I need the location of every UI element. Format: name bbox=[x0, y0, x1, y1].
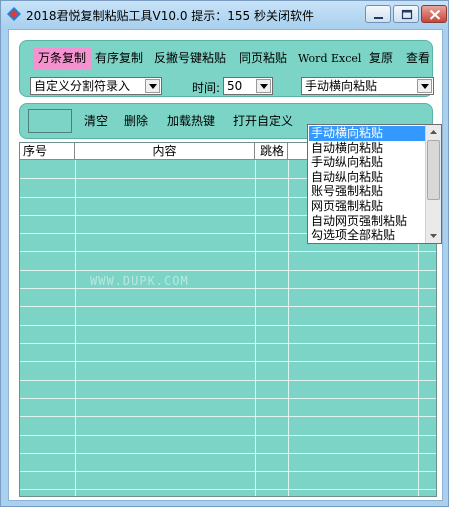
load-hotkey-button[interactable]: 加载热键 bbox=[167, 113, 215, 129]
table-row-line bbox=[20, 325, 436, 326]
clear-button[interactable]: 清空 bbox=[84, 113, 108, 129]
minimize-icon bbox=[374, 17, 383, 19]
dropdown-option[interactable]: 账号强制粘贴 bbox=[309, 184, 426, 199]
table-row-line bbox=[20, 343, 436, 344]
maximize-button[interactable] bbox=[393, 5, 419, 23]
paste-mode-select[interactable]: 手动横向粘贴 bbox=[301, 77, 434, 95]
dropdown-option[interactable]: 勾选项全部粘贴 bbox=[309, 228, 426, 243]
split-mode-select[interactable]: 自定义分割符录入 bbox=[30, 77, 162, 95]
title-bar[interactable]: 2018君悦复制粘贴工具V10.0 提示：155 秒关闭软件 bbox=[1, 1, 448, 28]
table-row-line bbox=[20, 471, 436, 472]
table-row-line bbox=[20, 398, 436, 399]
dropdown-option[interactable]: 网页强制粘贴 bbox=[309, 199, 426, 214]
table-row-line bbox=[20, 288, 436, 289]
column-header-content[interactable]: 内容 bbox=[75, 143, 255, 160]
maximize-icon bbox=[401, 9, 413, 20]
table-row-line bbox=[20, 306, 436, 307]
scroll-up-icon[interactable] bbox=[426, 125, 441, 139]
table-row-line bbox=[20, 416, 436, 417]
close-icon bbox=[429, 9, 441, 20]
scroll-thumb[interactable] bbox=[427, 140, 440, 200]
dropdown-scrollbar[interactable] bbox=[425, 125, 441, 243]
column-header-index[interactable]: 序号 bbox=[20, 143, 75, 160]
scroll-down-icon[interactable] bbox=[426, 229, 441, 243]
watermark-text: WWW.DUPK.COM bbox=[90, 274, 189, 288]
menu-backtick-paste[interactable]: 反撇号键粘贴 bbox=[152, 48, 228, 69]
open-custom-button[interactable]: 打开自定义 bbox=[233, 113, 293, 129]
table-row-line bbox=[20, 489, 436, 490]
time-value: 50 bbox=[227, 79, 243, 93]
minimize-button[interactable] bbox=[365, 5, 391, 23]
menu-bulk-copy[interactable]: 万条复制 bbox=[33, 48, 92, 69]
color-swatch[interactable] bbox=[28, 109, 72, 133]
window-title: 2018君悦复制粘贴工具V10.0 提示：155 秒关闭软件 bbox=[26, 9, 315, 23]
app-window: 2018君悦复制粘贴工具V10.0 提示：155 秒关闭软件 万条复制 有序复制… bbox=[0, 0, 449, 507]
client-area: 万条复制 有序复制 反撇号键粘贴 同页粘贴 Word Excel 复原 查看 自… bbox=[8, 29, 443, 501]
table-row-line bbox=[20, 435, 436, 436]
table-column-line bbox=[255, 160, 256, 496]
paste-mode-dropdown[interactable]: 手动横向粘贴 自动横向粘贴 手动纵向粘贴 自动纵向粘贴 账号强制粘贴 网页强制粘贴 自动网页… bbox=[307, 124, 442, 244]
top-toolbar: 万条复制 有序复制 反撇号键粘贴 同页粘贴 Word Excel 复原 查看 自… bbox=[19, 40, 434, 97]
delete-button[interactable]: 删除 bbox=[124, 113, 148, 129]
menu-view[interactable]: 查看 bbox=[404, 48, 432, 69]
menu-restore[interactable]: 复原 bbox=[367, 48, 395, 69]
table-row-line bbox=[20, 270, 436, 271]
time-select[interactable]: 50 bbox=[223, 77, 273, 95]
dropdown-option[interactable]: 手动横向粘贴 bbox=[309, 126, 426, 141]
menu-excel[interactable]: Excel bbox=[329, 48, 363, 69]
menu-word[interactable]: Word bbox=[296, 48, 329, 69]
table-column-line bbox=[75, 160, 76, 496]
menu-ordered-copy[interactable]: 有序复制 bbox=[93, 48, 145, 69]
table-row-line bbox=[20, 380, 436, 381]
chevron-down-icon[interactable] bbox=[256, 79, 271, 93]
split-mode-value: 自定义分割符录入 bbox=[34, 79, 131, 93]
dropdown-option[interactable]: 自动纵向粘贴 bbox=[309, 170, 426, 185]
app-logo-icon bbox=[7, 7, 21, 21]
paste-mode-value: 手动横向粘贴 bbox=[305, 79, 378, 93]
dropdown-option[interactable]: 自动横向粘贴 bbox=[309, 141, 426, 156]
table-column-line bbox=[288, 160, 289, 496]
menu-same-page-paste[interactable]: 同页粘贴 bbox=[237, 48, 289, 69]
time-label: 时间: bbox=[192, 81, 221, 95]
table-row-line bbox=[20, 361, 436, 362]
chevron-down-icon[interactable] bbox=[145, 79, 160, 93]
close-button[interactable] bbox=[421, 5, 447, 23]
chevron-down-icon[interactable] bbox=[417, 79, 432, 93]
column-header-skip[interactable]: 跳格 bbox=[255, 143, 288, 160]
table-row-line bbox=[20, 251, 436, 252]
dropdown-option[interactable]: 自动网页强制粘贴 bbox=[309, 214, 426, 229]
table-row-line bbox=[20, 453, 436, 454]
dropdown-option[interactable]: 手动纵向粘贴 bbox=[309, 155, 426, 170]
